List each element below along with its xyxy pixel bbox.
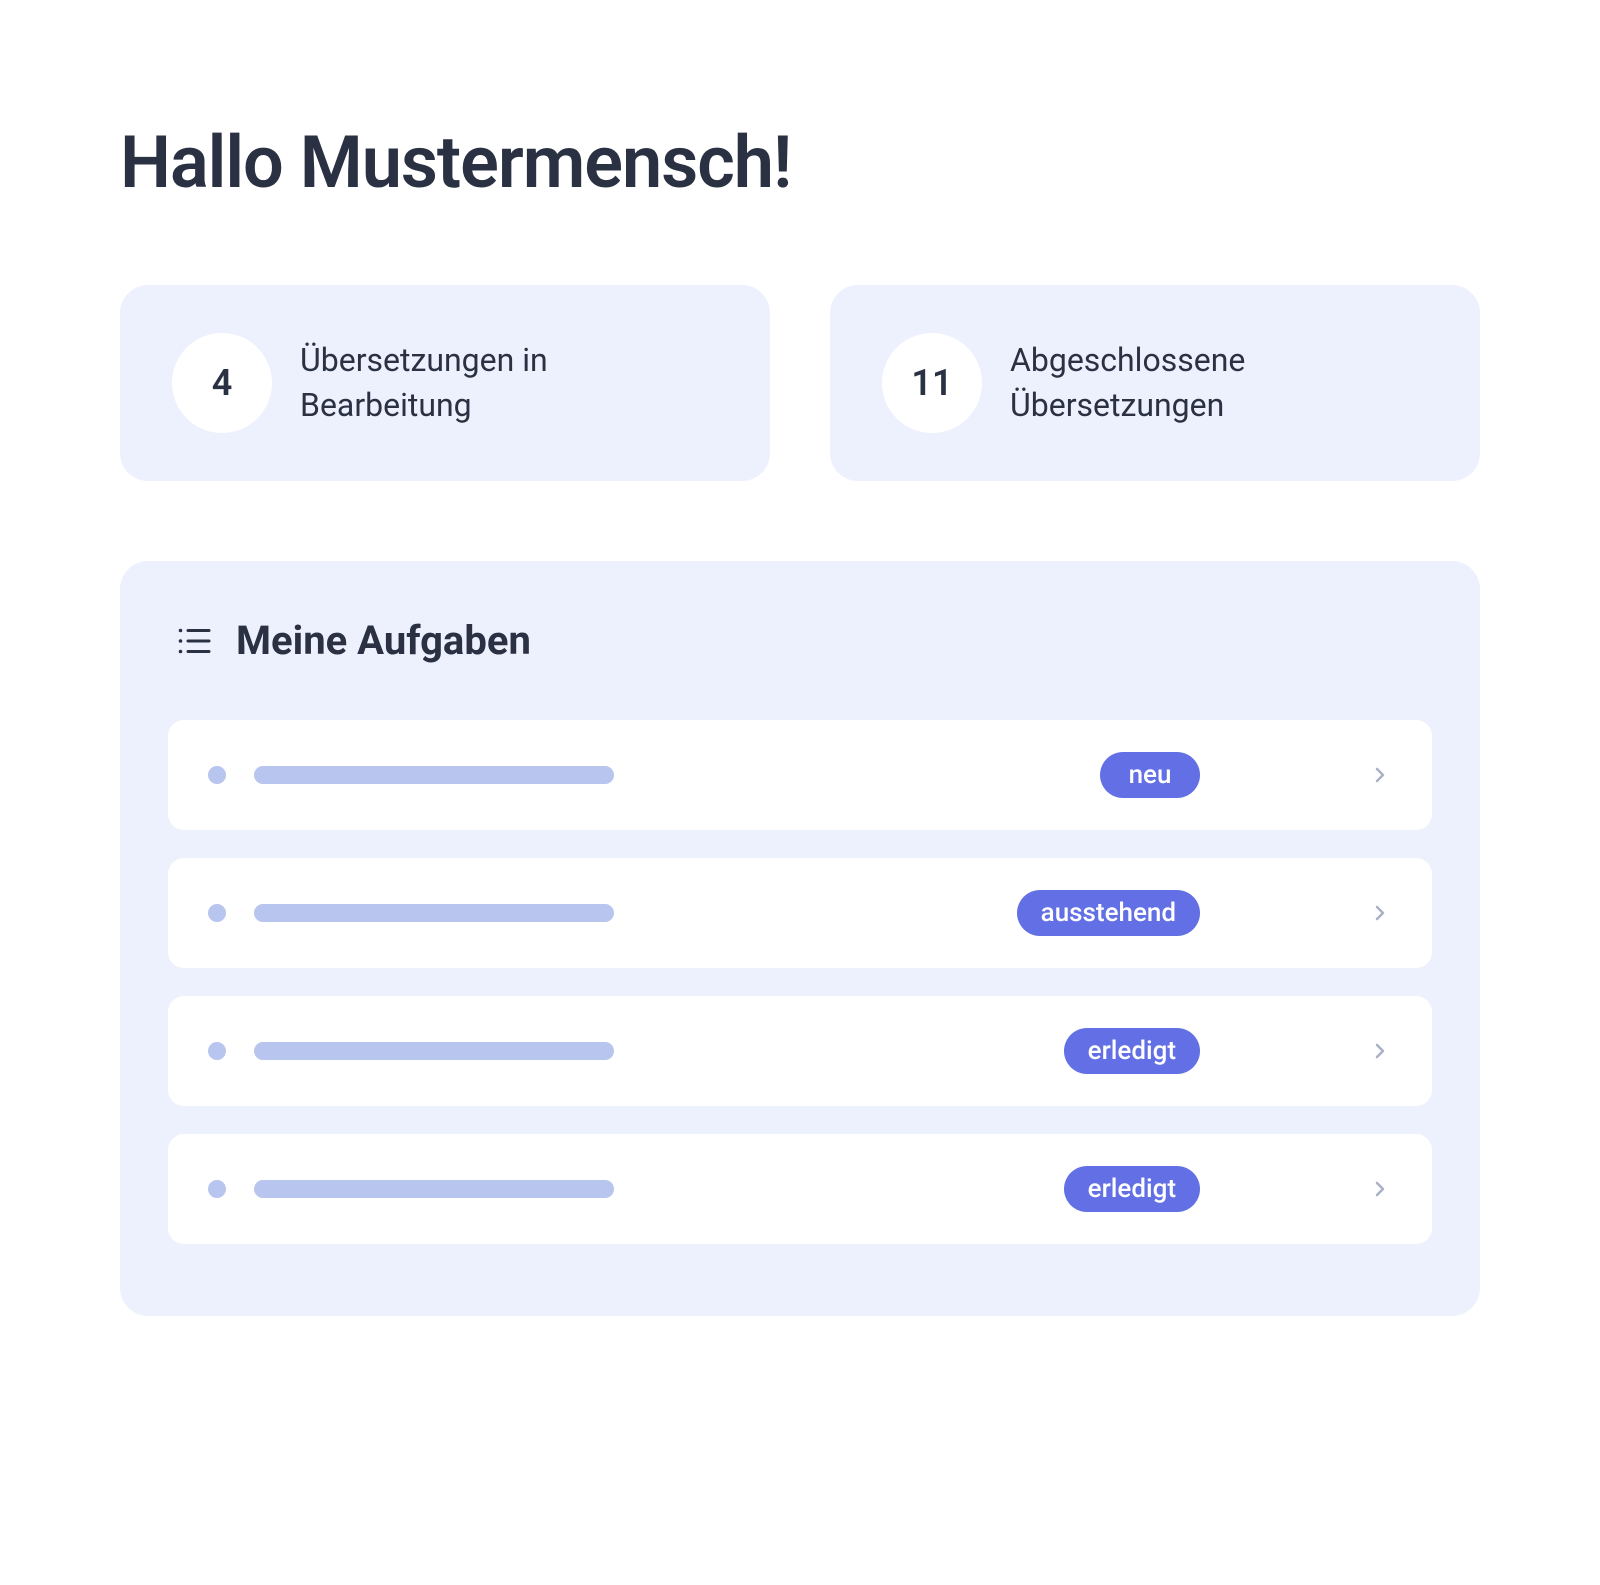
stat-circle: 4	[172, 333, 272, 433]
tasks-title: Meine Aufgaben	[236, 617, 531, 664]
task-row[interactable]: erledigt	[168, 1134, 1432, 1244]
status-badge: erledigt	[1064, 1028, 1200, 1074]
task-status-dot	[208, 766, 226, 784]
task-title-placeholder	[254, 766, 614, 784]
chevron-right-icon	[1368, 901, 1392, 925]
stat-card-in-progress[interactable]: 4 Übersetzungen in Bearbeitung	[120, 285, 770, 481]
stat-card-completed[interactable]: 11 Abgeschlossene Übersetzungen	[830, 285, 1480, 481]
task-status-dot	[208, 1180, 226, 1198]
page-title: Hallo Mustermensch!	[120, 120, 1480, 205]
task-title-placeholder	[254, 904, 614, 922]
tasks-panel: Meine Aufgaben neu ausstehend	[120, 561, 1480, 1316]
task-title-placeholder	[254, 1180, 614, 1198]
stat-number: 4	[212, 362, 233, 404]
task-row[interactable]: neu	[168, 720, 1432, 830]
task-row[interactable]: ausstehend	[168, 858, 1432, 968]
chevron-right-icon	[1368, 1177, 1392, 1201]
stats-row: 4 Übersetzungen in Bearbeitung 11 Abgesc…	[120, 285, 1480, 481]
task-list: neu ausstehend erledigt	[168, 720, 1432, 1244]
tasks-header: Meine Aufgaben	[168, 617, 1432, 664]
status-badge: neu	[1100, 752, 1200, 798]
chevron-right-icon	[1368, 1039, 1392, 1063]
chevron-right-icon	[1368, 763, 1392, 787]
stat-circle: 11	[882, 333, 982, 433]
stat-number: 11	[911, 362, 952, 404]
task-title-placeholder	[254, 1042, 614, 1060]
task-status-dot	[208, 904, 226, 922]
stat-label: Übersetzungen in Bearbeitung	[300, 338, 718, 428]
list-icon	[176, 623, 212, 659]
task-row[interactable]: erledigt	[168, 996, 1432, 1106]
status-badge: ausstehend	[1017, 890, 1200, 936]
stat-label: Abgeschlossene Übersetzungen	[1010, 338, 1428, 428]
task-status-dot	[208, 1042, 226, 1060]
status-badge: erledigt	[1064, 1166, 1200, 1212]
